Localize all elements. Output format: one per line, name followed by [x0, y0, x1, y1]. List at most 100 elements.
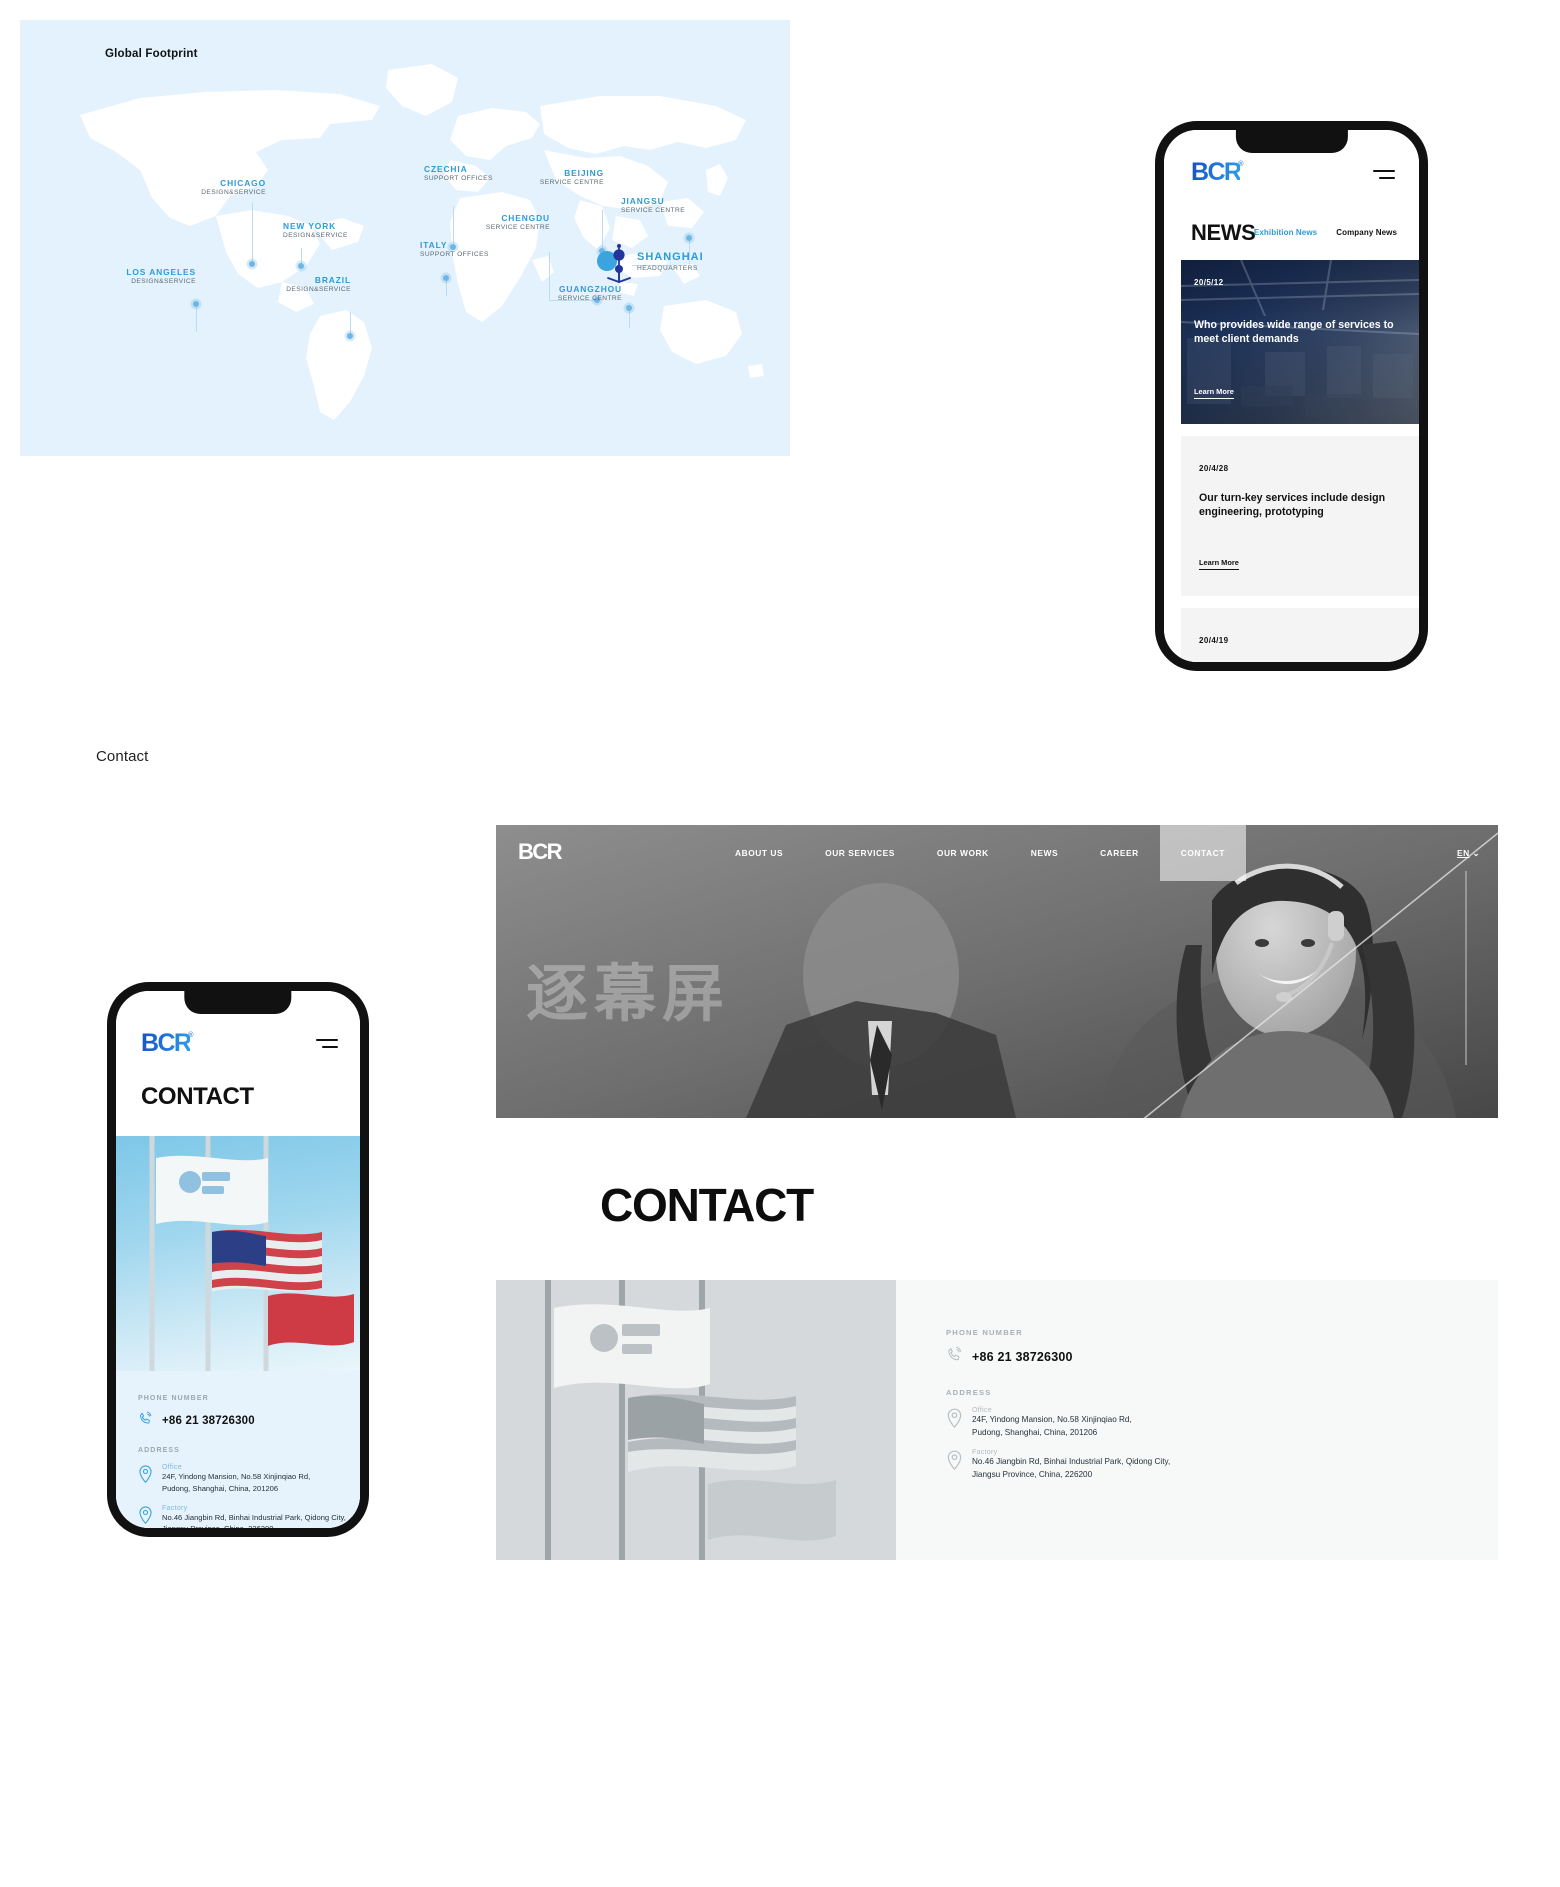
map-dot-brazil[interactable]	[347, 333, 353, 339]
map-dot-chicago[interactable]	[249, 261, 255, 267]
news-card-date: 20/4/28	[1199, 464, 1229, 473]
bcr-logo[interactable]: BCR ®	[1191, 160, 1244, 185]
nav-item-career[interactable]: CAREER	[1079, 825, 1160, 881]
address-kind: Factory	[162, 1504, 188, 1512]
nav-item-about-us[interactable]: ABOUT US	[714, 825, 804, 881]
address-label: ADDRESS	[138, 1447, 180, 1454]
news-card-title: Our turn-key services include design eng…	[1199, 492, 1386, 519]
news-card-date: 20/5/12	[1194, 278, 1224, 287]
learn-more-link[interactable]: Learn More	[1194, 387, 1234, 399]
bcr-logo[interactable]: BCR ®	[141, 1031, 194, 1056]
bcr-logo[interactable]: BCR	[518, 841, 562, 863]
page-title: CONTACT	[600, 1179, 814, 1231]
address-line: 24F, Yindong Mansion, No.58 Xinjinqiao R…	[162, 1472, 311, 1481]
flags-photo	[116, 1136, 360, 1371]
map-dot-guangzhou[interactable]	[626, 305, 632, 311]
location-pin-icon	[946, 1407, 963, 1439]
map-label-guangzhou: GUANGZHOU SERVICE CENTRE	[557, 284, 622, 302]
address-factory-body: Factory No.46 Jiangbin Rd, Binhai Indust…	[972, 1449, 1170, 1481]
address-factory: Factory No.46 Jiangbin Rd, Binhai Indust…	[138, 1505, 346, 1528]
watermark-text: 逐幕屏	[526, 957, 731, 1030]
phone-number-value: +86 21 38726300	[972, 1350, 1073, 1364]
news-card-second[interactable]: 20/4/28 Our turn-key services include de…	[1181, 436, 1419, 596]
contact-phone-screen: BCR ® CONTACT PHONE NUMBER +86 21 387263…	[116, 991, 360, 1528]
address-line: Pudong, Shanghai, China, 201206	[972, 1427, 1098, 1437]
address-office-body: Office 24F, Yindong Mansion, No.58 Xinji…	[972, 1407, 1132, 1439]
phone-icon	[946, 1346, 963, 1368]
address-line: 24F, Yindong Mansion, No.58 Xinjinqiao R…	[972, 1415, 1132, 1424]
nav-item-contact[interactable]: CONTACT	[1159, 825, 1246, 881]
map-dot-losangeles[interactable]	[193, 301, 199, 307]
desktop-navbar: BCR ABOUT US OUR SERVICES OUR WORK NEWS …	[496, 825, 1498, 881]
address-kind: Office	[972, 1407, 992, 1414]
map-lead-losangeles	[196, 304, 197, 332]
phone-number-value: +86 21 38726300	[162, 1415, 255, 1427]
phone-notch	[1235, 130, 1348, 153]
address-office: Office 24F, Yindong Mansion, No.58 Xinji…	[138, 1464, 338, 1495]
map-dot-newyork[interactable]	[298, 263, 304, 269]
nav-item-our-services[interactable]: OUR SERVICES	[804, 825, 916, 881]
learn-more-link[interactable]: Learn More	[1199, 558, 1239, 570]
menu-icon[interactable]	[316, 1039, 338, 1048]
desktop-flags-photo	[496, 1280, 896, 1560]
global-footprint-section: Global Footprint CHICAGO DESIGN&SERVICE …	[20, 20, 790, 456]
desktop-hero-banner: 逐幕屏 BCR ABOUT US OUR SERVICES OUR WORK N…	[496, 825, 1498, 1118]
address-factory-body: Factory No.46 Jiangbin Rd, Binhai Indust…	[162, 1505, 346, 1528]
news-page-title: NEWS	[1191, 220, 1256, 245]
address-line: No.46 Jiangbin Rd, Binhai Industrial Par…	[972, 1457, 1171, 1467]
map-label-chengdu: CHENGDU SERVICE CENTRE	[485, 213, 550, 231]
map-label-czechia: CZECHIA SUPPORT OFFICES	[424, 164, 493, 182]
phone-icon	[138, 1411, 153, 1431]
address-kind: Factory	[972, 1449, 998, 1457]
desktop-contact-info-panel: PHONE NUMBER +86 21 38726300 ADDRESS Off…	[896, 1280, 1498, 1560]
address-office: Office 24F, Yindong Mansion, No.58 Xinji…	[946, 1407, 1498, 1439]
contact-page-title: CONTACT	[141, 1083, 254, 1110]
map-label-shanghai-hq: SHANGHAI HEADQUARTERS	[637, 251, 704, 272]
phone-number-row[interactable]: +86 21 38726300	[946, 1346, 1498, 1368]
map-label-losangeles: LOS ANGELES DESIGN&SERVICE	[126, 267, 196, 285]
map-lead-chicago	[252, 202, 253, 264]
news-phone-mockup: BCR® NEWS Exhibition News Company News	[1155, 121, 1428, 671]
map-label-chicago: CHICAGO DESIGN&SERVICE	[201, 178, 266, 196]
news-card-date: 20/4/19	[1199, 636, 1229, 645]
map-label-jiangsu: JIANGSU SERVICE CENTRE	[621, 196, 686, 214]
map-label-beijing: BEIJING SERVICE CENTRE	[539, 168, 604, 186]
phone-notch	[184, 991, 292, 1014]
portfolio-page: Global Footprint CHICAGO DESIGN&SERVICE …	[0, 0, 1560, 1887]
tab-exhibition-news[interactable]: Exhibition News	[1254, 228, 1317, 237]
address-line: Pudong, Shanghai, China, 201206	[162, 1483, 279, 1493]
menu-icon[interactable]	[1373, 170, 1395, 179]
location-pin-icon	[138, 1505, 153, 1528]
language-value: EN	[1457, 848, 1470, 858]
nav-item-news[interactable]: NEWS	[1010, 825, 1079, 881]
map-dot-jiangsu[interactable]	[686, 235, 692, 241]
address-line: Jiangsu Province, China, 226200	[162, 1523, 346, 1528]
news-card-third[interactable]: 20/4/19	[1181, 608, 1419, 662]
news-card-title: Who provides wide range of services to m…	[1194, 319, 1394, 346]
contact-info-panel: PHONE NUMBER +86 21 38726300 ADDRESS Off…	[116, 1371, 360, 1528]
address-label: ADDRESS	[946, 1388, 992, 1397]
address-office-body: Office 24F, Yindong Mansion, No.58 Xinji…	[162, 1464, 310, 1495]
address-factory: Factory No.46 Jiangbin Rd, Binhai Indust…	[946, 1449, 1498, 1481]
address-line: No.46 Jiangbin Rd, Binhai Industrial Par…	[162, 1512, 346, 1522]
tab-company-news[interactable]: Company News	[1336, 228, 1397, 237]
address-kind: Office	[162, 1464, 182, 1471]
chevron-down-icon: ⌄	[1472, 848, 1480, 858]
news-tabs: Exhibition News Company News	[1254, 228, 1397, 237]
map-label-italy: ITALY SUPPORT OFFICES	[420, 240, 489, 258]
world-map-graphic	[20, 20, 790, 456]
nav-item-our-work[interactable]: OUR WORK	[916, 825, 1010, 881]
map-dot-italy[interactable]	[443, 275, 449, 281]
phone-number-label: PHONE NUMBER	[138, 1395, 209, 1402]
phone-number-row[interactable]: +86 21 38726300	[138, 1411, 338, 1431]
phone-number-label: PHONE NUMBER	[946, 1328, 1023, 1337]
map-lead-guangzhou	[629, 308, 630, 328]
contact-phone-mockup: BCR ® CONTACT PHONE NUMBER +86 21 387263…	[107, 982, 369, 1537]
map-label-newyork: NEW YORK DESIGN&SERVICE	[283, 221, 348, 239]
news-card-featured[interactable]: 20/5/12 Who provides wide range of servi…	[1181, 260, 1419, 424]
map-label-brazil: BRAZIL DESIGN&SERVICE	[286, 275, 351, 293]
section-label-contact: Contact	[96, 748, 149, 765]
location-pin-icon	[946, 1449, 963, 1481]
language-selector[interactable]: EN ⌄	[1457, 825, 1480, 881]
location-pin-icon	[138, 1464, 153, 1495]
